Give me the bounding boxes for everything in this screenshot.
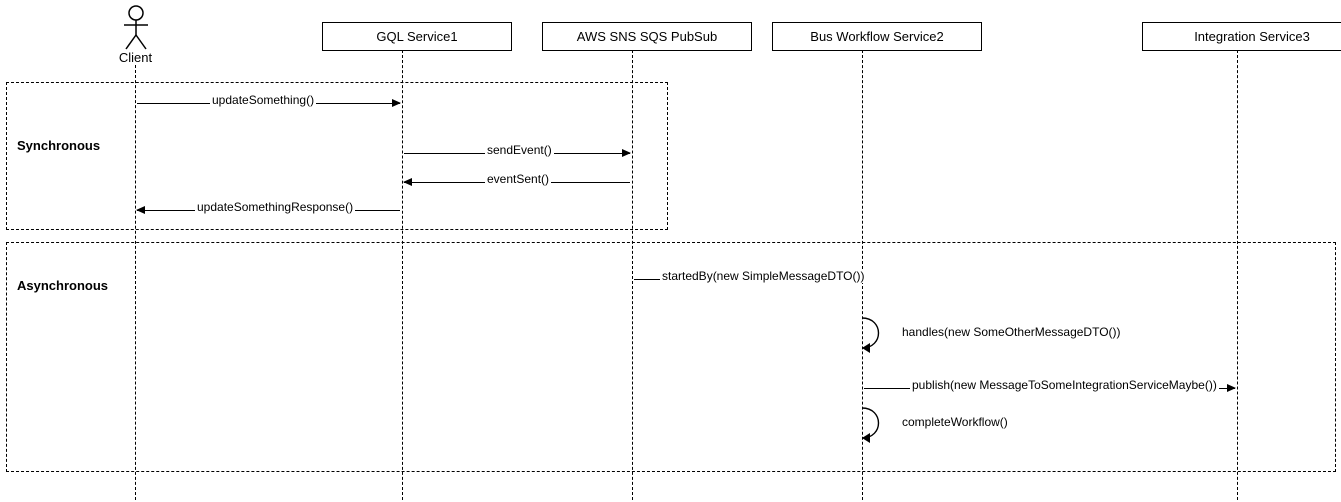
label-send-event: sendEvent(): [485, 143, 554, 157]
self-message-complete-workflow: [862, 408, 892, 447]
participant-integration-service3: Integration Service3: [1142, 22, 1341, 51]
label-complete-workflow: completeWorkflow(): [900, 415, 1010, 429]
label-update-something: updateSomething(): [210, 93, 316, 107]
label-handles: handles(new SomeOtherMessageDTO()): [900, 325, 1123, 339]
label-event-sent: eventSent(): [485, 172, 551, 186]
sequence-diagram: Client GQL Service1 AWS SNS SQS PubSub B…: [0, 0, 1341, 502]
fragment-async-label: Asynchronous: [17, 278, 108, 293]
participant-aws-label: AWS SNS SQS PubSub: [577, 29, 717, 44]
actor-client-label: Client: [108, 50, 163, 65]
stick-figure-icon: [121, 5, 151, 50]
label-publish: publish(new MessageToSomeIntegrationServ…: [910, 378, 1219, 392]
actor-client: Client: [108, 5, 163, 65]
label-update-something-response: updateSomethingResponse(): [195, 200, 355, 214]
label-started-by: startedBy(new SimpleMessageDTO()): [660, 269, 867, 283]
participant-aws-sns-sqs: AWS SNS SQS PubSub: [542, 22, 752, 51]
participant-bus-label: Bus Workflow Service2: [810, 29, 943, 44]
fragment-sync-label: Synchronous: [17, 138, 100, 153]
participant-int-label: Integration Service3: [1194, 29, 1310, 44]
participant-gql-service1: GQL Service1: [322, 22, 512, 51]
self-message-handles: [862, 318, 892, 357]
participant-bus-workflow-service2: Bus Workflow Service2: [772, 22, 982, 51]
participant-gql-label: GQL Service1: [376, 29, 457, 44]
